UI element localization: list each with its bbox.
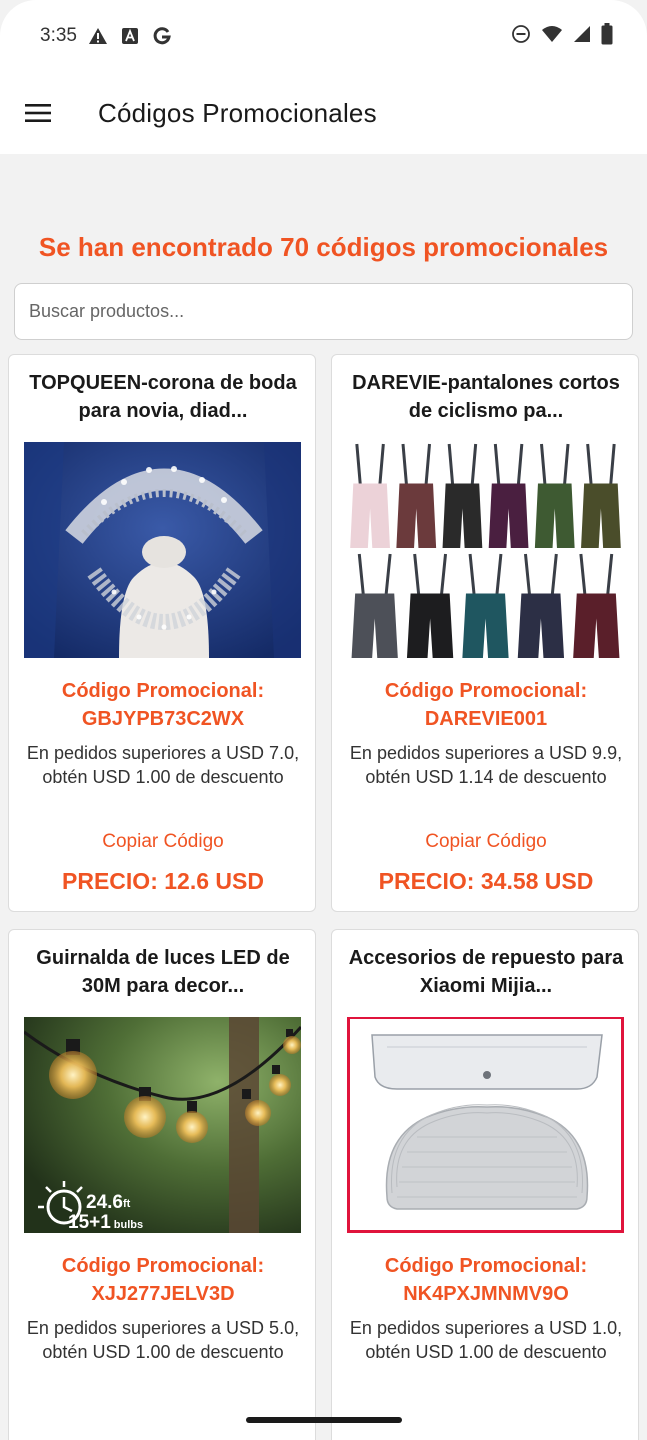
product-card[interactable]: Guirnalda de luces LED de 30M para decor…: [8, 929, 316, 1440]
cycling-bib-shorts-image: [347, 442, 624, 658]
copy-code-button[interactable]: Copiar Código: [9, 831, 315, 853]
promo-code-label: Código Promocional:: [61, 680, 265, 702]
promo-code-label: Código Promocional:: [61, 1255, 265, 1277]
a-box-icon: [119, 25, 141, 47]
gesture-nav-handle[interactable]: [246, 1417, 402, 1423]
bulb-count: 15+1: [68, 1212, 111, 1233]
length-unit: ft: [123, 1198, 131, 1210]
promo-code: Código Promocional: GBJYPB73C2WX: [9, 677, 315, 733]
page-title: Códigos Promocionales: [98, 97, 377, 128]
status-bar: 3:35: [0, 0, 647, 72]
battery-icon: [601, 22, 613, 50]
product-card[interactable]: TOPQUEEN-corona de boda para novia, diad…: [8, 354, 316, 912]
promo-description: En pedidos superiores a USD 9.9, obtén U…: [349, 743, 623, 787]
product-card[interactable]: DAREVIE-pantalones cortos de ciclismo pa…: [331, 354, 639, 912]
promo-code-label: Código Promocional:: [384, 1255, 588, 1277]
promo-description: En pedidos superiores a USD 5.0, obtén U…: [26, 1318, 300, 1362]
status-time: 3:35: [40, 25, 77, 46]
product-price: PRECIO: 12.6 USD: [62, 868, 264, 894]
signal-icon: [573, 25, 591, 48]
wifi-icon: [541, 25, 563, 48]
product-title: Accesorios de repuesto para Xiaomi Mijia…: [348, 947, 624, 997]
bulb-count-unit: bulbs: [114, 1219, 143, 1231]
search-input[interactable]: [14, 283, 633, 340]
warning-icon: [87, 25, 109, 47]
product-title: DAREVIE-pantalones cortos de ciclismo pa…: [352, 372, 620, 422]
promo-description: En pedidos superiores a USD 1.0, obtén U…: [349, 1318, 623, 1362]
g-icon: [151, 25, 173, 47]
product-title: Guirnalda de luces LED de 30M para decor…: [36, 947, 290, 997]
promo-code-value: DAREVIE001: [424, 708, 548, 730]
promo-code: Código Promocional: DAREVIE001: [332, 677, 638, 733]
promo-description: En pedidos superiores a USD 7.0, obtén U…: [26, 743, 300, 787]
promo-code-value: GBJYPB73C2WX: [81, 708, 245, 730]
copy-code-button[interactable]: Copiar Código: [332, 831, 638, 853]
product-card[interactable]: Accesorios de repuesto para Xiaomi Mijia…: [331, 929, 639, 1440]
crystal-bridal-crown-necklace-image: [24, 442, 301, 658]
product-title: TOPQUEEN-corona de boda para novia, diad…: [29, 372, 297, 422]
app-bar: Códigos Promocionales: [0, 72, 647, 154]
main-content: Se han encontrado 70 códigos promocional…: [0, 154, 647, 1440]
promo-code-value: XJJ277JELV3D: [91, 1283, 235, 1305]
promo-code-value: NK4PXJMNMV9O: [403, 1283, 569, 1305]
hamburger-menu-button[interactable]: [0, 72, 76, 154]
results-count-text: Se han encontrado 70 códigos promocional…: [38, 232, 609, 262]
mop-pad-accessories-image: [347, 1017, 624, 1233]
promo-code: Código Promocional: XJJ277JELV3D: [9, 1252, 315, 1308]
led-string-lights-image: 24.6ft 15+1 bulbs: [24, 1017, 301, 1233]
hamburger-menu-icon: [25, 104, 51, 122]
dnd-icon: [511, 24, 531, 49]
length-value: 24.6: [86, 1192, 123, 1213]
promo-code-label: Código Promocional:: [384, 680, 588, 702]
promo-code: Código Promocional: NK4PXJMNMV9O: [332, 1252, 638, 1308]
product-price: PRECIO: 34.58 USD: [378, 868, 594, 894]
